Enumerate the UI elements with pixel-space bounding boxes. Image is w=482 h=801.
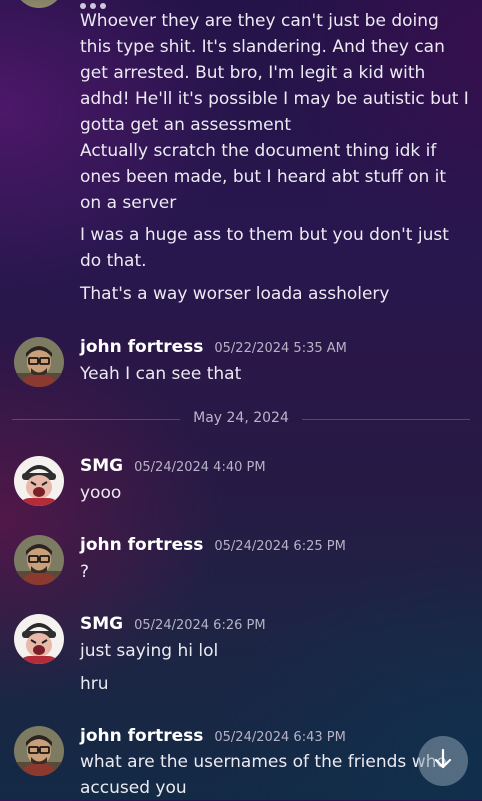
date-divider: May 24, 2024 xyxy=(12,408,470,432)
message-line: Yeah I can see that xyxy=(80,364,242,384)
message-line: what are the usernames of the friends wh… xyxy=(80,752,447,798)
message-header: SMG 05/24/2024 4:40 PM xyxy=(80,456,266,476)
author-name[interactable]: SMG xyxy=(80,614,123,634)
message-header: john fortress 05/24/2024 6:25 PM xyxy=(80,535,346,555)
message-line: Actually scratch the document thing idk … xyxy=(80,141,447,213)
john-fortress-avatar-icon[interactable] xyxy=(14,337,64,387)
message-line: hru xyxy=(80,674,109,694)
author-name[interactable]: john fortress xyxy=(80,535,203,555)
smg-avatar-icon[interactable] xyxy=(14,456,64,506)
author-name-cutoff xyxy=(80,0,144,9)
message-header: john fortress 05/24/2024 6:43 PM xyxy=(80,726,346,746)
message-timestamp: 05/24/2024 6:25 PM xyxy=(214,539,346,554)
john-fortress-avatar-icon[interactable] xyxy=(14,535,64,585)
message-line: yooo xyxy=(80,483,122,503)
message-timestamp: 05/24/2024 6:26 PM xyxy=(134,618,266,633)
message-line: just saying hi lol xyxy=(80,641,219,661)
jump-to-bottom-button[interactable] xyxy=(418,736,468,786)
date-divider-label: May 24, 2024 xyxy=(193,410,289,426)
message-timestamp: 05/22/2024 5:35 AM xyxy=(214,341,347,356)
message-line: ? xyxy=(80,562,90,582)
message-line: I was a huge ass to them but you don't j… xyxy=(80,225,449,271)
message-timestamp: 05/24/2024 4:40 PM xyxy=(134,460,266,475)
smg-avatar-icon[interactable] xyxy=(14,614,64,664)
divider-line xyxy=(302,419,470,420)
message-header: SMG 05/24/2024 6:26 PM xyxy=(80,614,266,634)
message-line: That's a way worser loada assholery xyxy=(80,284,390,304)
message-line: Whoever they are they can't just be doin… xyxy=(80,11,469,135)
john-fortress-avatar-icon[interactable] xyxy=(14,0,64,8)
author-name[interactable]: john fortress xyxy=(80,726,203,746)
chat-message-feed[interactable]: Whoever they are they can't just be doin… xyxy=(0,0,482,800)
john-fortress-avatar-icon[interactable] xyxy=(14,726,64,776)
message-timestamp: 05/24/2024 6:43 PM xyxy=(214,730,346,745)
author-name[interactable]: SMG xyxy=(80,456,123,476)
arrow-down-icon xyxy=(431,747,455,775)
author-name[interactable]: john fortress xyxy=(80,337,203,357)
message-header: john fortress 05/22/2024 5:35 AM xyxy=(80,337,347,357)
